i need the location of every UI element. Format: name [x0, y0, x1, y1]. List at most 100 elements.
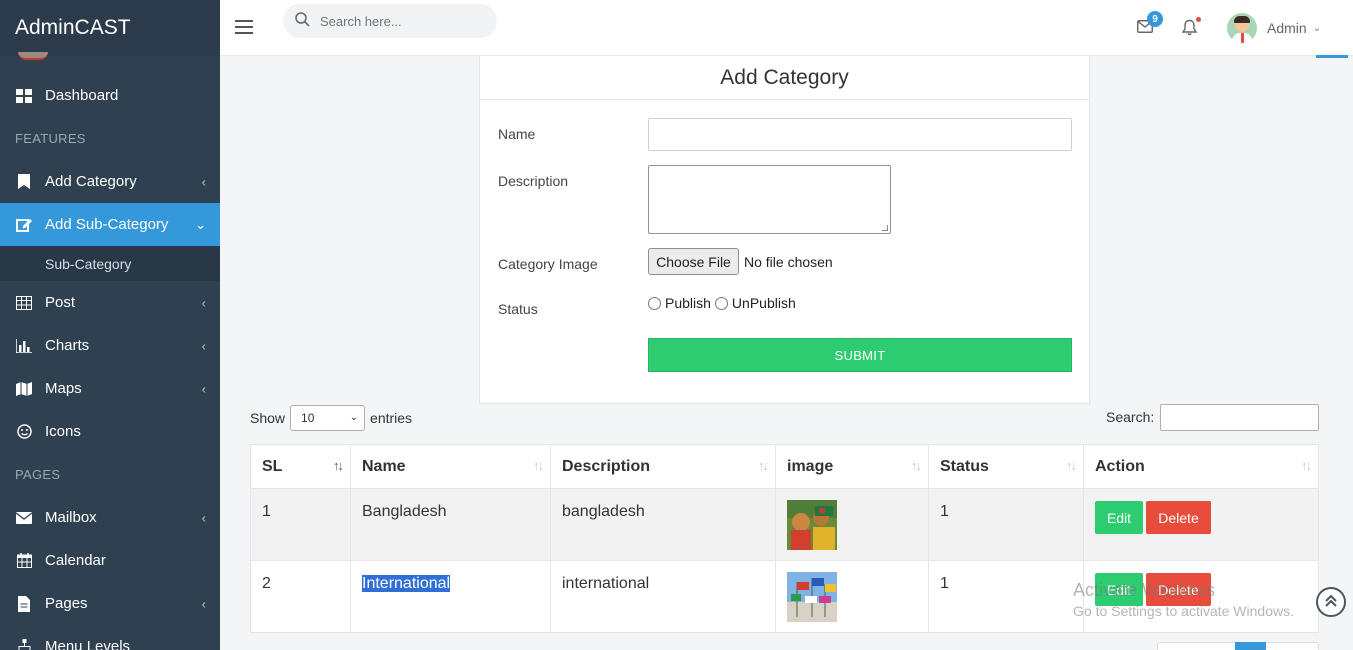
brand-title: AdminCAST — [15, 16, 131, 39]
edit-button[interactable]: Edit — [1095, 501, 1143, 534]
sidebar-item-charts[interactable]: Charts ‹ — [0, 324, 220, 367]
table-search-label: Search: — [1106, 409, 1155, 425]
card-title: Add Category — [480, 56, 1089, 100]
bangladesh-thumbnail — [787, 500, 837, 550]
sidebar-item-post[interactable]: Post ‹ — [0, 281, 220, 324]
unpublish-label: UnPublish — [731, 295, 796, 311]
table-search-input[interactable] — [1160, 404, 1319, 431]
cell-status: 1 — [928, 488, 1084, 561]
status-options: Publish UnPublish — [648, 295, 800, 311]
publish-label: Publish — [665, 295, 711, 311]
sidebar-item-icons[interactable]: Icons — [0, 410, 220, 453]
sort-icon: ↑↓ — [533, 458, 544, 473]
table-icon — [15, 294, 33, 312]
sidebar-item-pages[interactable]: Pages ‹ — [0, 582, 220, 625]
mail-count-badge: 9 — [1147, 11, 1163, 27]
chevron-left-icon: ‹ — [201, 381, 206, 396]
show-label: Show — [250, 410, 286, 426]
sidebar-item-label: Calendar — [45, 552, 106, 569]
file-status: No file chosen — [744, 254, 833, 270]
sidebar-item-add-sub-category[interactable]: Add Sub-Category ⌄ — [0, 203, 220, 246]
bell-icon — [1181, 19, 1198, 39]
international-thumbnail — [787, 572, 837, 622]
cell-description: international — [550, 560, 776, 633]
sidebar-item-mailbox[interactable]: Mailbox ‹ — [0, 496, 220, 539]
chevron-left-icon: ‹ — [201, 338, 206, 353]
column-header-image[interactable]: image ↑↓ — [775, 444, 929, 489]
sort-icon: ↑↓ — [758, 458, 769, 473]
delete-button[interactable]: Delete — [1146, 501, 1211, 534]
map-icon — [15, 380, 33, 398]
sidebar-item-label: Maps — [45, 380, 82, 397]
table-row: 2 International international 1 Edit Del… — [250, 560, 1319, 633]
avatar — [1227, 13, 1257, 43]
chevron-left-icon: ‹ — [201, 174, 206, 189]
cell-image — [775, 560, 929, 633]
column-header-sl[interactable]: SL ↑↓ — [250, 444, 351, 489]
section-features: FEATURES — [15, 131, 86, 146]
table-header-row: SL ↑↓ Name ↑↓ Description ↑↓ image ↑↓ Status… — [250, 444, 1319, 489]
double-chevron-up-icon — [1324, 594, 1338, 611]
sort-icon: ↑↓ — [1066, 458, 1077, 473]
submit-button[interactable]: SUBMIT — [648, 338, 1072, 372]
sidebar-item-label: Charts — [45, 337, 90, 354]
sidebar-subitem-sub-category[interactable]: Sub-Category — [0, 246, 220, 281]
pagination-active-page[interactable] — [1235, 642, 1266, 650]
chevron-left-icon: ‹ — [201, 596, 206, 611]
sidebar-item-add-category[interactable]: Add Category ‹ — [0, 160, 220, 203]
mail-button[interactable]: 9 — [1137, 11, 1163, 36]
section-pages: PAGES — [15, 467, 61, 482]
sidebar-item-calendar[interactable]: Calendar — [0, 539, 220, 582]
search-icon — [295, 12, 310, 30]
edit-icon — [15, 216, 33, 234]
cell-description: bangladesh — [550, 488, 776, 561]
sidebar-item-menu-levels[interactable]: Menu Levels — [0, 625, 220, 650]
description-field[interactable] — [648, 165, 891, 234]
selected-text: International — [362, 575, 451, 592]
publish-radio[interactable] — [648, 296, 661, 310]
sidebar-item-label: Post — [45, 294, 76, 311]
sidebar-item-maps[interactable]: Maps ‹ — [0, 367, 220, 410]
chevron-left-icon: ‹ — [201, 295, 206, 310]
menu-toggle-icon[interactable] — [235, 20, 253, 34]
sidebar-item-dashboard[interactable]: Dashboard — [0, 74, 220, 117]
column-header-status[interactable]: Status ↑↓ — [928, 444, 1084, 489]
scroll-top-button[interactable] — [1316, 587, 1346, 617]
column-header-name[interactable]: Name ↑↓ — [350, 444, 551, 489]
choose-file-button[interactable]: Choose File — [648, 248, 739, 275]
entries-label: entries — [370, 410, 413, 426]
sidebar-item-label: Add Category — [45, 173, 137, 190]
sidebar-item-label: Pages — [45, 595, 88, 612]
status-label: Status — [498, 301, 538, 317]
cell-image — [775, 488, 929, 561]
cell-sl: 2 — [250, 560, 351, 633]
notification-button[interactable] — [1181, 17, 1201, 39]
sidebar: AdminCAST Dashboard FEATURES Add Categor… — [0, 0, 220, 650]
brand[interactable]: AdminCAST — [0, 0, 220, 60]
column-header-action[interactable]: Action ↑↓ — [1083, 444, 1319, 489]
smile-icon — [15, 423, 33, 441]
column-header-description[interactable]: Description ↑↓ — [550, 444, 776, 489]
sidebar-item-label: Dashboard — [45, 87, 119, 104]
unpublish-radio[interactable] — [714, 296, 728, 310]
edit-button[interactable]: Edit — [1095, 573, 1143, 606]
sidebar-item-label: Mailbox — [45, 509, 97, 526]
add-category-card: Add Category Name Description Category I… — [479, 56, 1090, 404]
bookmark-icon — [15, 173, 33, 191]
table-row: 1 Bangladesh bangladesh 1 Edit Delete — [250, 488, 1319, 561]
notification-dot — [1196, 17, 1201, 22]
search-input[interactable] — [320, 13, 480, 29]
file-icon — [15, 595, 33, 613]
sort-icon: ↑↓ — [333, 458, 344, 473]
delete-button[interactable]: Delete — [1146, 573, 1211, 606]
name-label: Name — [498, 126, 536, 142]
entries-select[interactable]: 10 ⌄ — [290, 405, 366, 431]
user-menu[interactable]: Admin ⌄ — [1227, 12, 1321, 44]
header-search[interactable] — [283, 4, 497, 38]
name-field[interactable] — [648, 118, 1072, 151]
cell-name: International — [350, 560, 551, 633]
chevron-left-icon: ‹ — [201, 510, 206, 525]
cell-name: Bangladesh — [350, 488, 551, 561]
sort-icon: ↑↓ — [1301, 458, 1312, 473]
chevron-down-icon: ⌄ — [195, 216, 206, 232]
